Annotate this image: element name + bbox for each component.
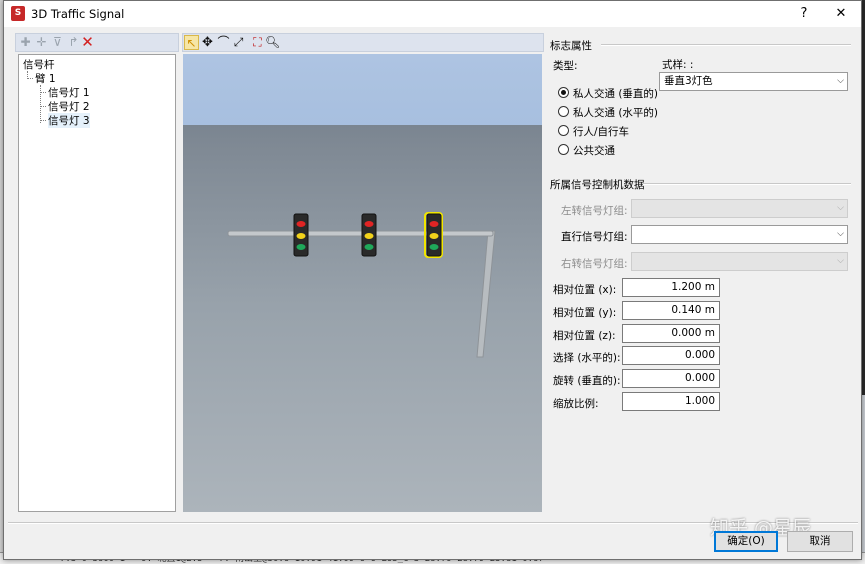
tree-item-signal[interactable]: 信号灯 2 xyxy=(48,99,90,114)
style-dropdown[interactable]: 垂直3灯色 ⌵ xyxy=(659,72,848,91)
signal-pole-scene xyxy=(227,212,496,358)
tree-connector xyxy=(40,92,46,93)
field-label-rel-x: 相对位置 (x): xyxy=(553,284,617,296)
group-title-controller: 所属信号控制机数据 xyxy=(550,179,645,191)
radio-label-private-vertical[interactable]: 私人交通 (垂直的) xyxy=(573,86,658,101)
tree-item-arm[interactable]: 臂 1 xyxy=(35,71,56,86)
vertical-rotation-input[interactable]: 0.000 xyxy=(622,369,720,388)
right-turn-group-dropdown[interactable]: ⌵ xyxy=(631,252,848,271)
radio-private-vertical[interactable] xyxy=(558,87,569,98)
signal-head xyxy=(361,213,377,257)
straight-label: 直行信号灯组: xyxy=(561,231,628,243)
tree-item-signal-selected[interactable]: 信号灯 3 xyxy=(48,113,90,128)
pan-icon[interactable]: ✥ xyxy=(200,35,215,50)
horizontal-input[interactable]: 0.000 xyxy=(622,346,720,365)
signal-head-selected xyxy=(424,212,443,258)
scale-input[interactable]: 1.000 xyxy=(622,392,720,411)
right-turn-label: 右转信号灯组: xyxy=(561,258,628,270)
straight-group-dropdown[interactable]: ⌵ xyxy=(631,225,848,244)
orbit-icon[interactable]: ⌒ xyxy=(216,35,231,50)
group-divider xyxy=(601,44,851,46)
add-child-icon[interactable]: ↱ xyxy=(66,35,81,50)
rel-z-input[interactable]: 0.000 m xyxy=(622,324,720,343)
view-toolbar: ↖ ✥ ⌒ ⤢ ⛶ 🔍︎ xyxy=(182,33,544,52)
close-button[interactable]: ✕ xyxy=(826,4,856,24)
pole-arm xyxy=(227,230,494,237)
fit-selection-icon[interactable]: ⛶ xyxy=(250,35,265,50)
tree-toolbar: ✚ ✛ ⊽ ↱ ✕ xyxy=(15,33,179,52)
chevron-down-icon: ⌵ xyxy=(837,256,844,266)
rel-y-input[interactable]: 0.140 m xyxy=(622,301,720,320)
radio-label-public-transport[interactable]: 公共交通 xyxy=(573,143,615,158)
traffic-signal-dialog: S 3D Traffic Signal ? ✕ ✚ ✛ ⊽ ↱ ✕ 信号杆 臂 … xyxy=(3,0,862,560)
tree-connector xyxy=(40,106,46,107)
zoom-icon[interactable]: 🔍︎ xyxy=(265,35,280,50)
cancel-button[interactable]: 取消 xyxy=(787,531,853,552)
add-arm-icon[interactable]: ✛ xyxy=(34,35,49,50)
signal-tree: 信号杆 臂 1 信号灯 1 信号灯 2 信号灯 3 xyxy=(18,54,176,512)
add-pole-icon[interactable]: ✚ xyxy=(18,35,33,50)
left-turn-group-dropdown[interactable]: ⌵ xyxy=(631,199,848,218)
chevron-down-icon: ⌵ xyxy=(837,203,844,213)
title-bar: S 3D Traffic Signal ? ✕ xyxy=(4,1,861,27)
radio-label-pedestrian-bike[interactable]: 行人/自行车 xyxy=(573,124,629,139)
field-label-rel-z: 相对位置 (z): xyxy=(553,330,616,342)
window-title: 3D Traffic Signal xyxy=(31,7,125,21)
tree-connector xyxy=(27,78,33,79)
type-label: 类型: xyxy=(553,60,578,72)
help-button[interactable]: ? xyxy=(789,4,819,24)
chevron-down-icon: ⌵ xyxy=(837,76,844,86)
rel-x-input[interactable]: 1.200 m xyxy=(622,278,720,297)
pole-mast xyxy=(476,230,496,358)
group-divider xyxy=(643,183,851,185)
delete-icon[interactable]: ✕ xyxy=(80,35,95,50)
add-signal-icon[interactable]: ⊽ xyxy=(50,35,65,50)
zoom-extent-icon[interactable]: ⤢ xyxy=(231,35,246,50)
radio-public-transport[interactable] xyxy=(558,144,569,155)
group-title-signal-props: 标志属性 xyxy=(550,40,592,52)
style-label: 式样: : xyxy=(662,59,694,71)
field-label-scale: 缩放比例: xyxy=(553,398,599,410)
field-label-vertical-rotation: 旋转 (垂直的): xyxy=(553,375,621,387)
field-label-horizontal: 选择 (水平的): xyxy=(553,352,621,364)
select-arrow-icon[interactable]: ↖ xyxy=(184,35,199,50)
style-dropdown-value: 垂直3灯色 xyxy=(664,75,713,87)
field-label-rel-y: 相对位置 (y): xyxy=(553,307,617,319)
tree-connector xyxy=(40,85,41,123)
tree-item-pole[interactable]: 信号杆 xyxy=(23,57,55,72)
left-turn-label: 左转信号灯组: xyxy=(561,205,628,217)
tree-connector xyxy=(40,120,46,121)
app-icon: S xyxy=(11,6,25,21)
radio-pedestrian-bike[interactable] xyxy=(558,125,569,136)
signal-head xyxy=(293,213,309,257)
ok-button[interactable]: 确定(O) xyxy=(714,531,778,552)
tree-item-signal[interactable]: 信号灯 1 xyxy=(48,85,90,100)
3d-viewport[interactable] xyxy=(183,54,542,512)
chevron-down-icon: ⌵ xyxy=(837,229,844,239)
radio-label-private-horizontal[interactable]: 私人交通 (水平的) xyxy=(573,105,658,120)
radio-private-horizontal[interactable] xyxy=(558,106,569,117)
